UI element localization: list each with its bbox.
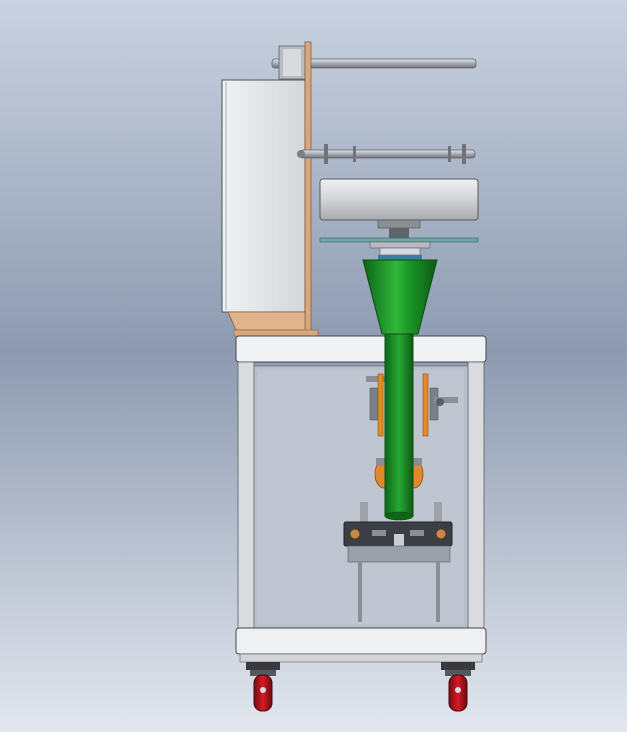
machine-illustration [0,0,627,732]
control-box [221,79,306,313]
cad-render-scene [0,0,627,732]
forming-tube [384,333,414,521]
